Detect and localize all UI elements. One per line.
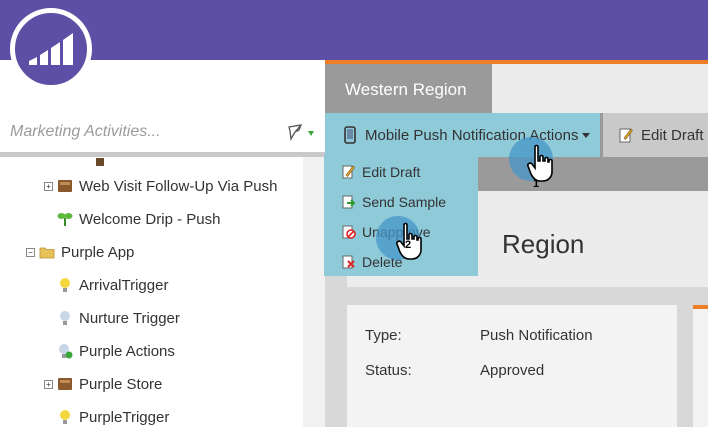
- type-value: Push Notification: [480, 327, 593, 344]
- filter-button[interactable]: [286, 122, 318, 142]
- actions-label: Mobile Push Notification Actions: [365, 126, 579, 144]
- tree-item-label: Welcome Drip - Push: [79, 210, 221, 228]
- tree-item-purple-app[interactable]: − Purple App: [26, 241, 134, 263]
- menu-item-send-sample[interactable]: Send Sample: [342, 190, 446, 214]
- side-card: [693, 305, 708, 427]
- tree-item-label: Purple App: [61, 243, 135, 261]
- tree-item-label: Purple Actions: [79, 342, 175, 360]
- status-label: Status:: [365, 362, 412, 379]
- program-icon: [58, 180, 72, 192]
- smart-campaign-icon: [59, 344, 73, 359]
- status-value: Approved: [480, 362, 545, 379]
- edit-draft-button[interactable]: Edit Draft: [603, 113, 708, 157]
- tree-item-nurture-trigger[interactable]: Nurture Trigger: [57, 307, 180, 329]
- asset-title: Region: [502, 229, 585, 259]
- type-label: Type:: [365, 327, 402, 344]
- tab-label: Western Region: [345, 80, 467, 99]
- unapprove-icon: [342, 225, 356, 239]
- activity-tree: + Web Visit Follow-Up Via Push Welcome D…: [0, 157, 303, 427]
- marketo-logo[interactable]: [10, 8, 92, 90]
- collapse-icon[interactable]: −: [26, 247, 35, 257]
- tree-item-label: Web Visit Follow-Up Via Push: [79, 177, 278, 195]
- top-bar: [0, 0, 708, 60]
- expand-icon[interactable]: +: [44, 379, 53, 389]
- bulb-icon: [60, 311, 70, 325]
- step-number-2: 2: [405, 239, 412, 251]
- nurture-icon: [57, 213, 73, 226]
- tree-item-label: ArrivalTrigger: [79, 276, 169, 294]
- program-icon: [58, 378, 72, 390]
- status-row: Status: Approved: [365, 362, 544, 379]
- edit-draft-label: Edit Draft: [641, 126, 704, 144]
- edit-icon: [342, 165, 355, 179]
- tree-item-partial: [96, 157, 110, 173]
- hand-cursor-icon: [527, 144, 553, 182]
- search-input[interactable]: [10, 120, 280, 144]
- step-number-1: 1: [533, 178, 540, 190]
- mobile-phone-icon: [344, 126, 356, 144]
- tree-scrollbar[interactable]: [303, 157, 325, 427]
- bulb-icon: [60, 278, 70, 292]
- program-icon: [96, 158, 104, 166]
- delete-icon: [342, 255, 355, 269]
- tree-item-welcome-drip[interactable]: Welcome Drip - Push: [57, 208, 220, 230]
- sidebar: + Web Visit Follow-Up Via Push Welcome D…: [0, 60, 325, 427]
- mobile-push-actions-button[interactable]: Mobile Push Notification Actions: [325, 113, 600, 157]
- menu-item-edit-draft[interactable]: Edit Draft: [342, 160, 420, 184]
- info-card: Type: Push Notification Status: Approved: [347, 305, 677, 427]
- type-row: Type: Push Notification: [365, 327, 593, 344]
- send-icon: [342, 195, 356, 209]
- tab-strip: [492, 60, 708, 113]
- tree-item-label: PurpleTrigger: [79, 408, 170, 426]
- tree-item-label: Purple Store: [79, 375, 163, 393]
- caret-down-icon: [308, 131, 314, 136]
- filter-icon: [288, 124, 314, 142]
- tree-item-arrival-trigger[interactable]: ArrivalTrigger: [57, 274, 168, 296]
- tree-item-purple-trigger[interactable]: PurpleTrigger: [57, 406, 169, 427]
- search-row: [0, 112, 325, 152]
- tree-item-web-visit[interactable]: + Web Visit Follow-Up Via Push: [44, 175, 277, 197]
- menu-item-label: Send Sample: [362, 194, 447, 210]
- bulb-icon: [60, 410, 70, 424]
- tree-item-purple-store[interactable]: + Purple Store: [44, 373, 162, 395]
- folder-icon: [39, 247, 55, 259]
- menu-item-label: Edit Draft: [362, 164, 421, 180]
- edit-icon: [619, 128, 633, 143]
- tree-item-label: Nurture Trigger: [79, 309, 180, 327]
- caret-down-icon: [582, 132, 591, 138]
- tree-item-purple-actions[interactable]: Purple Actions: [57, 340, 175, 362]
- tab-western-region[interactable]: Western Region: [325, 60, 492, 113]
- expand-icon[interactable]: +: [44, 181, 53, 191]
